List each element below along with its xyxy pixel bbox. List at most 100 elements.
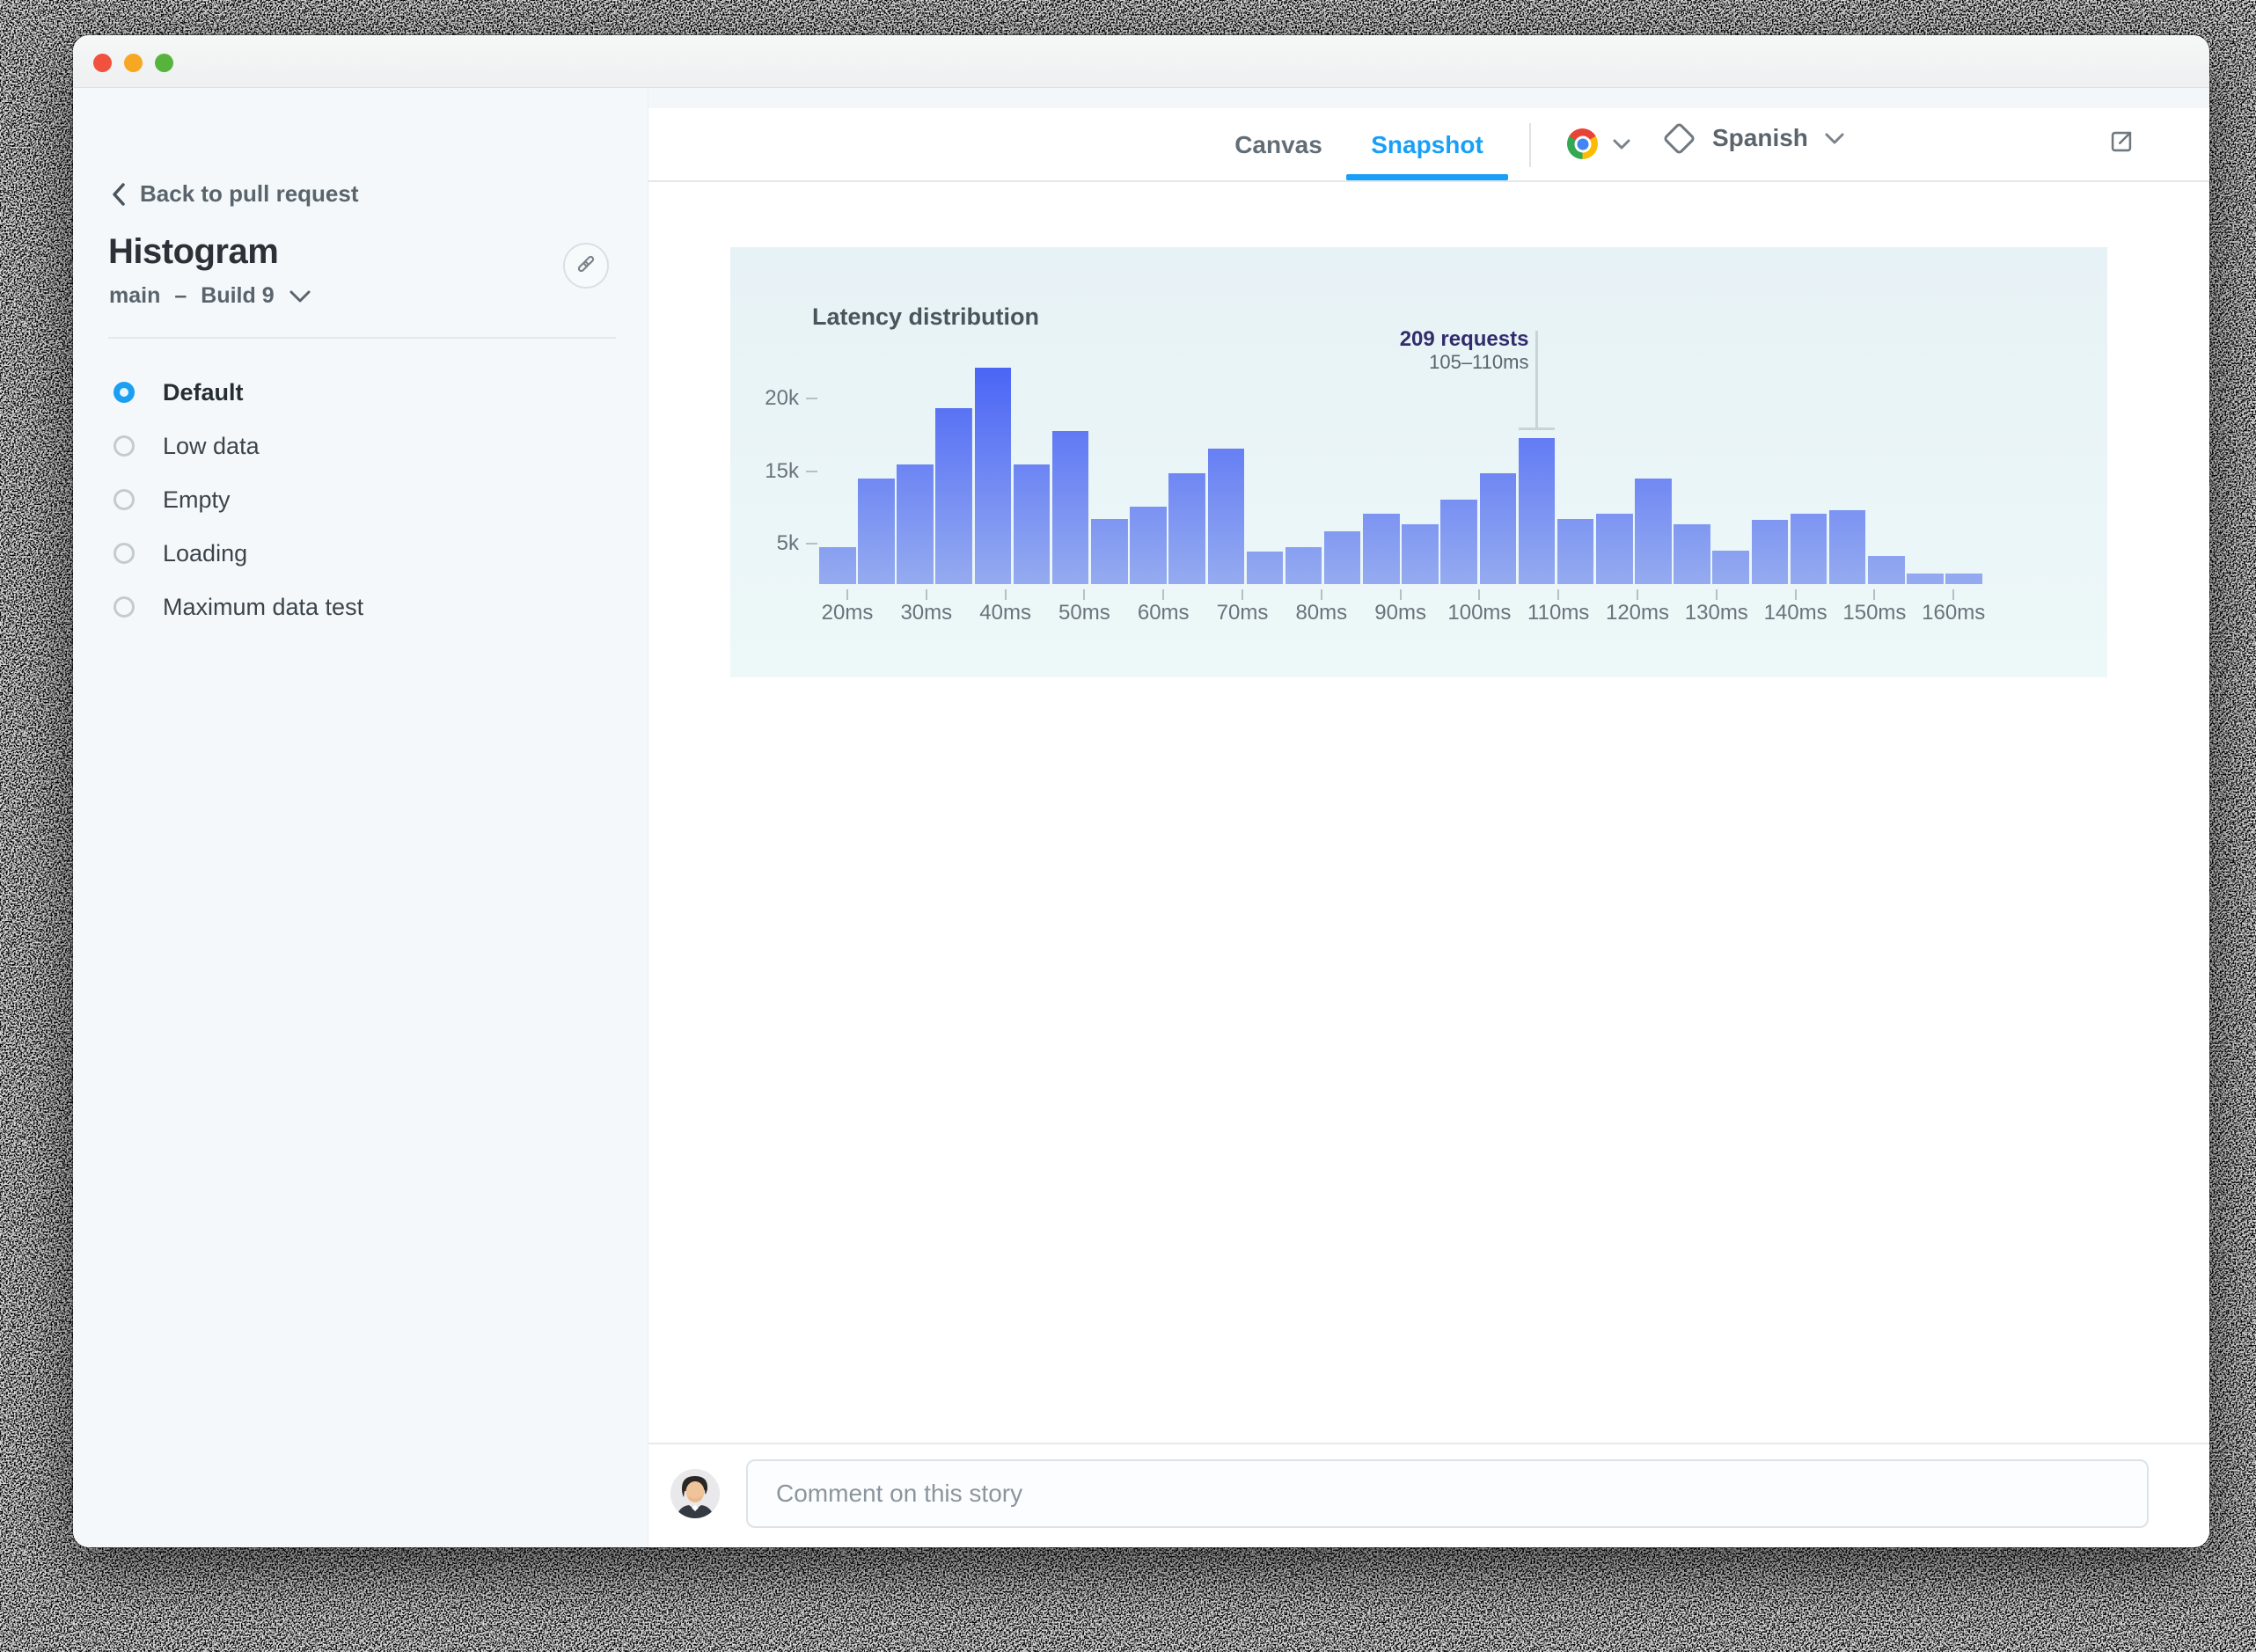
y-axis-tick-label: 15k [765, 459, 799, 483]
x-axis-tick-mark [1004, 589, 1007, 600]
histogram-bar [1790, 514, 1828, 584]
y-axis-tick-label: 5k [776, 531, 799, 555]
x-axis-tick-mark [1637, 589, 1638, 600]
tab-snapshot[interactable]: Snapshot [1346, 108, 1508, 182]
histogram-bar [1207, 449, 1244, 584]
x-axis-tick-mark [925, 589, 927, 600]
branch-build-selector[interactable]: main – Build 9 [109, 283, 311, 309]
histogram-bar [1246, 552, 1284, 584]
story-item-maximum-data-test[interactable]: Maximum data test [114, 586, 363, 628]
chevron-down-icon [1612, 138, 1631, 150]
page-title: Histogram [108, 232, 279, 271]
tab-label: Canvas [1234, 131, 1322, 158]
story-item-loading[interactable]: Loading [114, 532, 247, 574]
story-item-label: Empty [163, 486, 231, 513]
back-link-label: Back to pull request [140, 180, 359, 207]
story-item-default[interactable]: Default [114, 371, 244, 413]
y-axis-tick-mark [806, 543, 817, 545]
histogram-bar [1440, 500, 1477, 584]
histogram-bar [1285, 547, 1322, 584]
branch-name: main [109, 283, 161, 308]
avatar [670, 1469, 720, 1518]
x-axis-tick-label: 130ms [1684, 601, 1748, 625]
radio-unselected-icon[interactable] [114, 543, 135, 564]
histogram-bar [1130, 507, 1167, 584]
histogram-bar [1323, 531, 1361, 584]
zoom-window-button[interactable] [155, 54, 173, 72]
x-axis-tick-label: 150ms [1842, 601, 1907, 625]
x-axis-tick-mark [1320, 589, 1322, 600]
active-tab-underline [1346, 174, 1508, 180]
annotation-range-label: 105–110ms [1429, 351, 1529, 373]
x-axis-tick-label: 90ms [1374, 601, 1426, 625]
diamond-icon [1662, 121, 1696, 156]
comment-divider [648, 1443, 2209, 1444]
open-external-button[interactable] [2093, 115, 2150, 172]
x-axis-tick-label: 20ms [821, 601, 874, 625]
radio-unselected-icon[interactable] [114, 596, 135, 618]
x-axis-tick-mark [1873, 589, 1876, 600]
comment-input[interactable] [746, 1459, 2149, 1528]
radio-selected-icon[interactable] [114, 382, 135, 403]
histogram-bar [1868, 556, 1905, 584]
histogram-bar [1635, 479, 1672, 584]
histogram-bar [1945, 574, 1982, 584]
story-item-low-data[interactable]: Low data [114, 425, 260, 467]
x-axis-tick-mark [1083, 589, 1086, 600]
y-axis-tick-mark [806, 398, 817, 399]
browser-selector[interactable] [1567, 128, 1631, 159]
x-axis-tick-mark [1794, 589, 1797, 600]
tab-label: Snapshot [1371, 131, 1483, 158]
locale-label: Spanish [1712, 124, 1808, 151]
x-axis-tick-label: 60ms [1137, 601, 1190, 625]
histogram-bar [974, 368, 1012, 584]
tab-canvas[interactable]: Canvas [1212, 108, 1345, 182]
histogram-bar [1168, 473, 1205, 584]
histogram-bar [935, 408, 972, 584]
x-axis-tick-label: 40ms [979, 601, 1031, 625]
x-axis-tick-label: 160ms [1922, 601, 1986, 625]
x-axis-tick-label: 120ms [1605, 601, 1670, 625]
x-axis-tick-mark [1715, 589, 1718, 600]
x-axis-tick-mark [1952, 589, 1955, 600]
histogram-bar [1518, 438, 1556, 584]
story-item-label: Loading [163, 539, 248, 567]
y-axis-tick-mark [806, 471, 817, 472]
link-icon [575, 252, 597, 280]
story-item-label: Maximum data test [163, 593, 364, 620]
x-axis-tick-mark [1242, 589, 1243, 600]
close-window-button[interactable] [93, 54, 112, 72]
x-axis-tick-label: 80ms [1295, 601, 1348, 625]
snapshot-chart-panel: Latency distribution 20k 15k 5k 20ms 30ms 40m… [730, 247, 2107, 677]
back-to-pull-request-link[interactable]: Back to pull request [110, 180, 359, 208]
x-axis-tick-label: 100ms [1447, 601, 1512, 625]
radio-unselected-icon[interactable] [114, 435, 135, 457]
x-axis-tick-mark [1557, 589, 1560, 600]
story-item-empty[interactable]: Empty [114, 479, 231, 521]
x-axis-tick-mark [1399, 589, 1402, 600]
story-item-label: Low data [163, 432, 260, 459]
x-axis-tick-label: 110ms [1527, 601, 1590, 625]
x-axis-tick-label: 70ms [1216, 601, 1269, 625]
x-axis-tick-label: 30ms [900, 601, 953, 625]
main-area: Canvas Snapshot Spanish Latency distribu… [648, 108, 2209, 1547]
histogram-bar [1674, 524, 1710, 584]
chevron-down-icon [1824, 132, 1845, 145]
radio-unselected-icon[interactable] [114, 489, 135, 510]
screenshot-stage: Back to pull request Histogram main – Bu… [0, 0, 2256, 1652]
histogram-bar [1091, 519, 1128, 584]
branch-build-dash: – [174, 283, 187, 308]
x-axis-tick-mark [846, 589, 848, 600]
window-titlebar [73, 35, 2209, 88]
histogram-bar [1479, 473, 1516, 584]
minimize-window-button[interactable] [124, 54, 143, 72]
sidebar-divider [108, 337, 616, 339]
locale-selector[interactable]: Spanish [1662, 121, 1845, 156]
histogram-bar [1013, 464, 1051, 584]
external-link-icon [2106, 127, 2136, 161]
x-axis-tick-label: 140ms [1763, 601, 1828, 625]
y-axis-tick-label: 20k [765, 386, 799, 410]
copy-link-button[interactable] [563, 243, 609, 289]
histogram-bar [1051, 431, 1089, 584]
histogram-bar [1402, 524, 1439, 584]
